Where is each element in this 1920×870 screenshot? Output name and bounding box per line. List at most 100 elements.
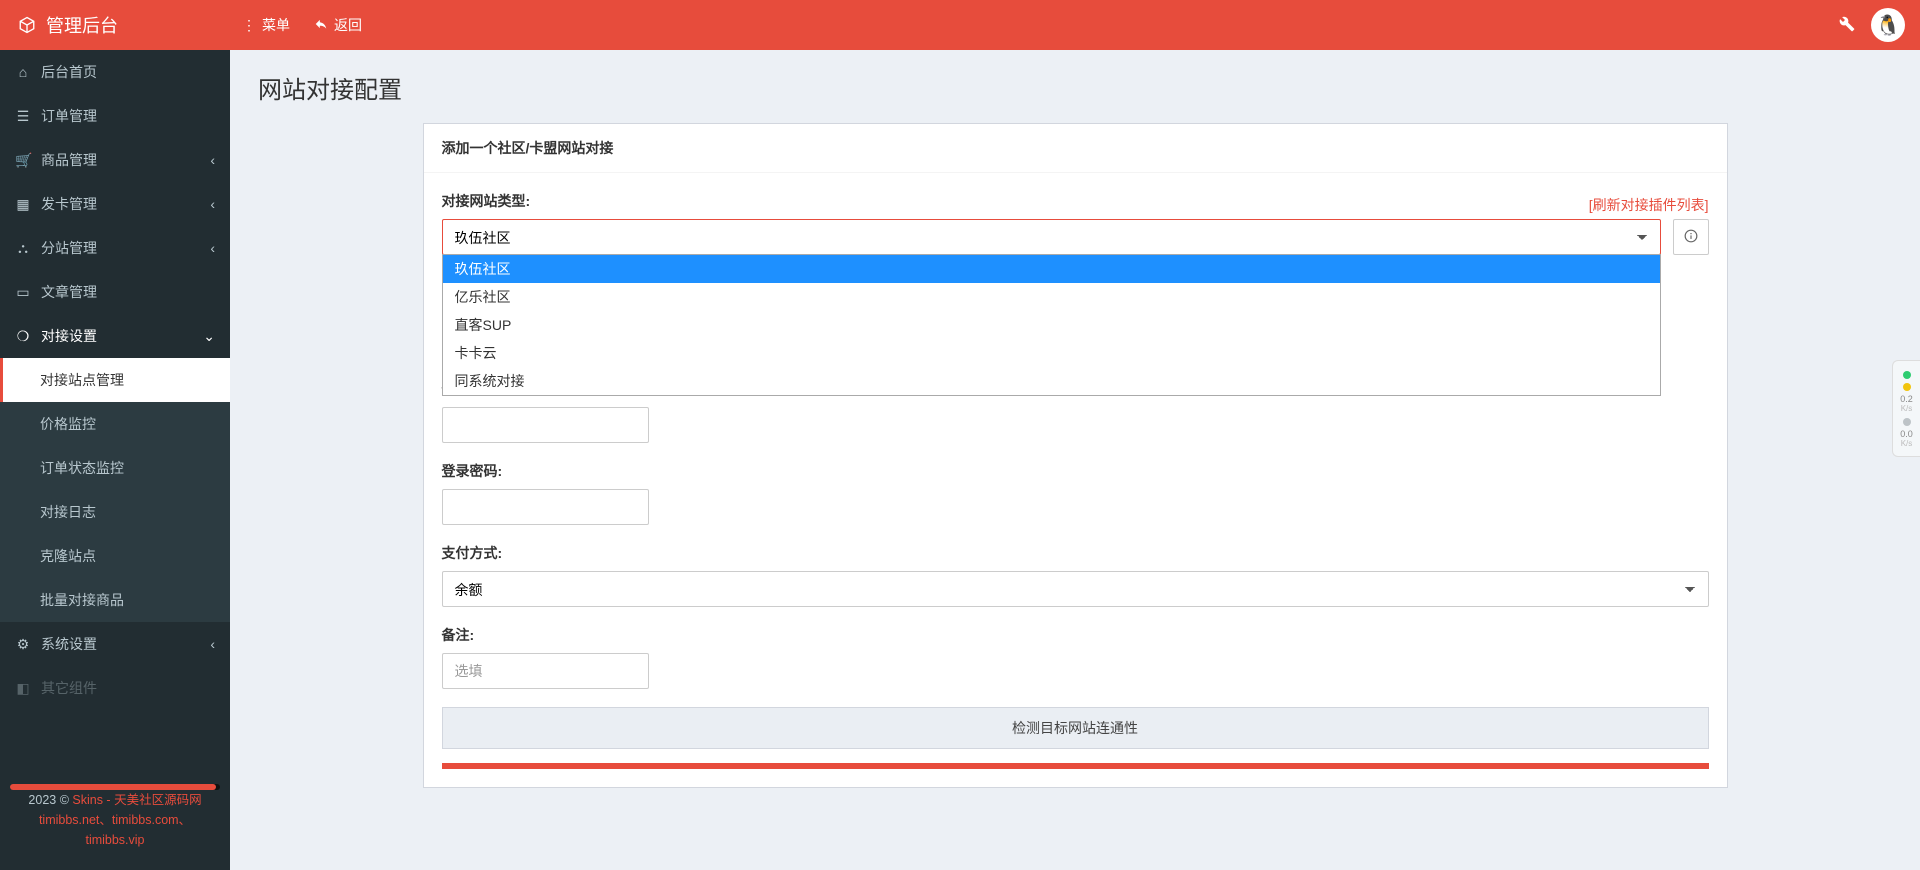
footer-link-3[interactable]: timibbs.vip: [85, 833, 144, 847]
sidebar-item-articles[interactable]: ▭ 文章管理: [0, 270, 230, 314]
sidebar-item-integration[interactable]: ❍ 对接设置 ⌄: [0, 314, 230, 358]
scrollbar-thumb[interactable]: [10, 784, 216, 790]
site-type-dropdown: 玖伍社区 亿乐社区 直客SUP 卡卡云 同系统对接: [442, 254, 1661, 396]
plugin-icon: ◧: [15, 680, 31, 697]
sidebar-item-label: 发卡管理: [41, 194, 97, 214]
topbar-menu: ⋮ 菜单 返回: [242, 15, 362, 35]
payment-select[interactable]: 余额: [442, 571, 1709, 607]
back-label: 返回: [334, 15, 362, 35]
sidebar-sub-clone-site[interactable]: 克隆站点: [0, 534, 230, 578]
chevron-left-icon: ‹: [210, 152, 215, 168]
sidebar-sub-label: 价格监控: [40, 414, 96, 434]
page-title: 网站对接配置: [250, 70, 1900, 105]
password-label: 登录密码:: [442, 461, 1709, 481]
penguin-icon: 🐧: [1876, 13, 1901, 38]
sidebar-item-label: 订单管理: [41, 106, 97, 126]
sidebar-item-label: 系统设置: [41, 634, 97, 654]
chevron-left-icon: ‹: [210, 240, 215, 256]
status-dot-grey: [1903, 418, 1911, 426]
sidebar-item-branches[interactable]: ⛬ 分站管理 ‹: [0, 226, 230, 270]
sidebar-item-label: 商品管理: [41, 150, 97, 170]
sidebar-sub-label: 克隆站点: [40, 546, 96, 566]
sidebar-item-other[interactable]: ◧ 其它组件: [0, 666, 230, 710]
footer-link-2[interactable]: timibbs.net、timibbs.com、: [39, 813, 191, 827]
sidebar-item-cards[interactable]: ▦ 发卡管理 ‹: [0, 182, 230, 226]
info-icon: [1684, 229, 1698, 246]
form-card: 添加一个社区/卡盟网站对接 对接网站类型: [刷新对接插件列表] 玖伍社区: [423, 123, 1728, 788]
chevron-down-icon: ⌄: [203, 328, 215, 345]
sidebar-submenu: 对接站点管理 价格监控 订单状态监控 对接日志 克隆站点 批: [0, 358, 230, 622]
sidebar-item-label: 文章管理: [41, 282, 97, 302]
chevron-left-icon: ‹: [210, 196, 215, 212]
sidebar: ⌂ 后台首页 ☰ 订单管理 🛒 商品管理 ‹ ▦ 发卡管理 ‹: [0, 50, 230, 870]
sidebar-footer: 2023 © Skins - 天美社区源码网 timibbs.net、timib…: [0, 780, 230, 870]
dropdown-option[interactable]: 玖伍社区: [443, 255, 1660, 283]
sidebar-sub-label: 订单状态监控: [40, 458, 124, 478]
sidebar-item-label: 后台首页: [41, 62, 97, 82]
sidebar-sub-site-manage[interactable]: 对接站点管理: [0, 358, 230, 402]
payment-label: 支付方式:: [442, 543, 1709, 563]
footer-year: 2023 ©: [28, 793, 72, 807]
sidebar-item-orders[interactable]: ☰ 订单管理: [0, 94, 230, 138]
footer-link[interactable]: Skins - 天美社区源码网: [72, 793, 201, 807]
download-unit: K/s: [1893, 440, 1920, 449]
reply-icon: [314, 17, 328, 34]
site-type-select[interactable]: 玖伍社区: [442, 219, 1661, 255]
card-header: 添加一个社区/卡盟网站对接: [424, 124, 1727, 173]
gear-icon: ⚙: [15, 636, 31, 653]
sidebar-item-products[interactable]: 🛒 商品管理 ‹: [0, 138, 230, 182]
cube-icon: [18, 16, 36, 34]
menu-toggle[interactable]: ⋮ 菜单: [242, 15, 290, 35]
sidebar-sub-price-monitor[interactable]: 价格监控: [0, 402, 230, 446]
book-icon: ▭: [15, 284, 31, 301]
status-dot-yellow: [1903, 383, 1911, 391]
upload-unit: K/s: [1893, 405, 1920, 414]
sidebar-sub-label: 批量对接商品: [40, 590, 124, 610]
menu-dots-icon: ⋮: [242, 17, 256, 34]
dropdown-option[interactable]: 同系统对接: [443, 367, 1660, 395]
topbar-right: 🐧: [1839, 8, 1920, 42]
field-remark: 备注:: [442, 625, 1709, 689]
list-icon: ☰: [15, 108, 31, 125]
dropdown-option[interactable]: 亿乐社区: [443, 283, 1660, 311]
account-input[interactable]: [442, 407, 649, 443]
remark-input[interactable]: [442, 653, 649, 689]
brand-title: 管理后台: [46, 12, 118, 38]
dropdown-option[interactable]: 卡卡云: [443, 339, 1660, 367]
dropdown-option[interactable]: 直客SUP: [443, 311, 1660, 339]
sidebar-item-label: 其它组件: [41, 678, 97, 698]
sitemap-icon: ⛬: [15, 240, 31, 257]
refresh-plugins-link[interactable]: [刷新对接插件列表]: [1589, 195, 1709, 215]
sidebar-sub-batch-products[interactable]: 批量对接商品: [0, 578, 230, 622]
field-payment: 支付方式: 余额: [442, 543, 1709, 607]
network-monitor-widget[interactable]: 0.2K/s 0.0K/s: [1892, 360, 1920, 457]
cubes-icon: ❍: [15, 328, 31, 345]
back-button[interactable]: 返回: [314, 15, 362, 35]
topbar: 管理后台 ⋮ 菜单 返回 🐧: [0, 0, 1920, 50]
avatar[interactable]: 🐧: [1871, 8, 1905, 42]
test-connection-button[interactable]: 检测目标网站连通性: [442, 707, 1709, 749]
sidebar-sub-integration-log[interactable]: 对接日志: [0, 490, 230, 534]
site-type-info-button[interactable]: [1673, 219, 1709, 255]
site-type-label: 对接网站类型:: [442, 191, 531, 211]
field-site-type: 对接网站类型: [刷新对接插件列表] 玖伍社区: [442, 191, 1709, 255]
sidebar-item-label: 分站管理: [41, 238, 97, 258]
remark-label: 备注:: [442, 625, 1709, 645]
sidebar-sub-order-status[interactable]: 订单状态监控: [0, 446, 230, 490]
brand[interactable]: 管理后台: [0, 12, 230, 38]
wrench-icon[interactable]: [1839, 16, 1855, 35]
progress-bar: [442, 763, 1709, 769]
sidebar-item-label: 对接设置: [41, 326, 97, 346]
cart-icon: 🛒: [15, 152, 31, 169]
sidebar-sub-label: 对接日志: [40, 502, 96, 522]
sidebar-scrollbar[interactable]: [10, 784, 220, 790]
password-input[interactable]: [442, 489, 649, 525]
status-dot-green: [1903, 371, 1911, 379]
sidebar-item-home[interactable]: ⌂ 后台首页: [0, 50, 230, 94]
grid-icon: ▦: [15, 196, 31, 213]
main-content: 网站对接配置 添加一个社区/卡盟网站对接 对接网站类型: [刷新对接插件列表] …: [230, 50, 1920, 870]
field-password: 登录密码:: [442, 461, 1709, 525]
home-icon: ⌂: [15, 64, 31, 80]
chevron-left-icon: ‹: [210, 636, 215, 652]
sidebar-item-system[interactable]: ⚙ 系统设置 ‹: [0, 622, 230, 666]
